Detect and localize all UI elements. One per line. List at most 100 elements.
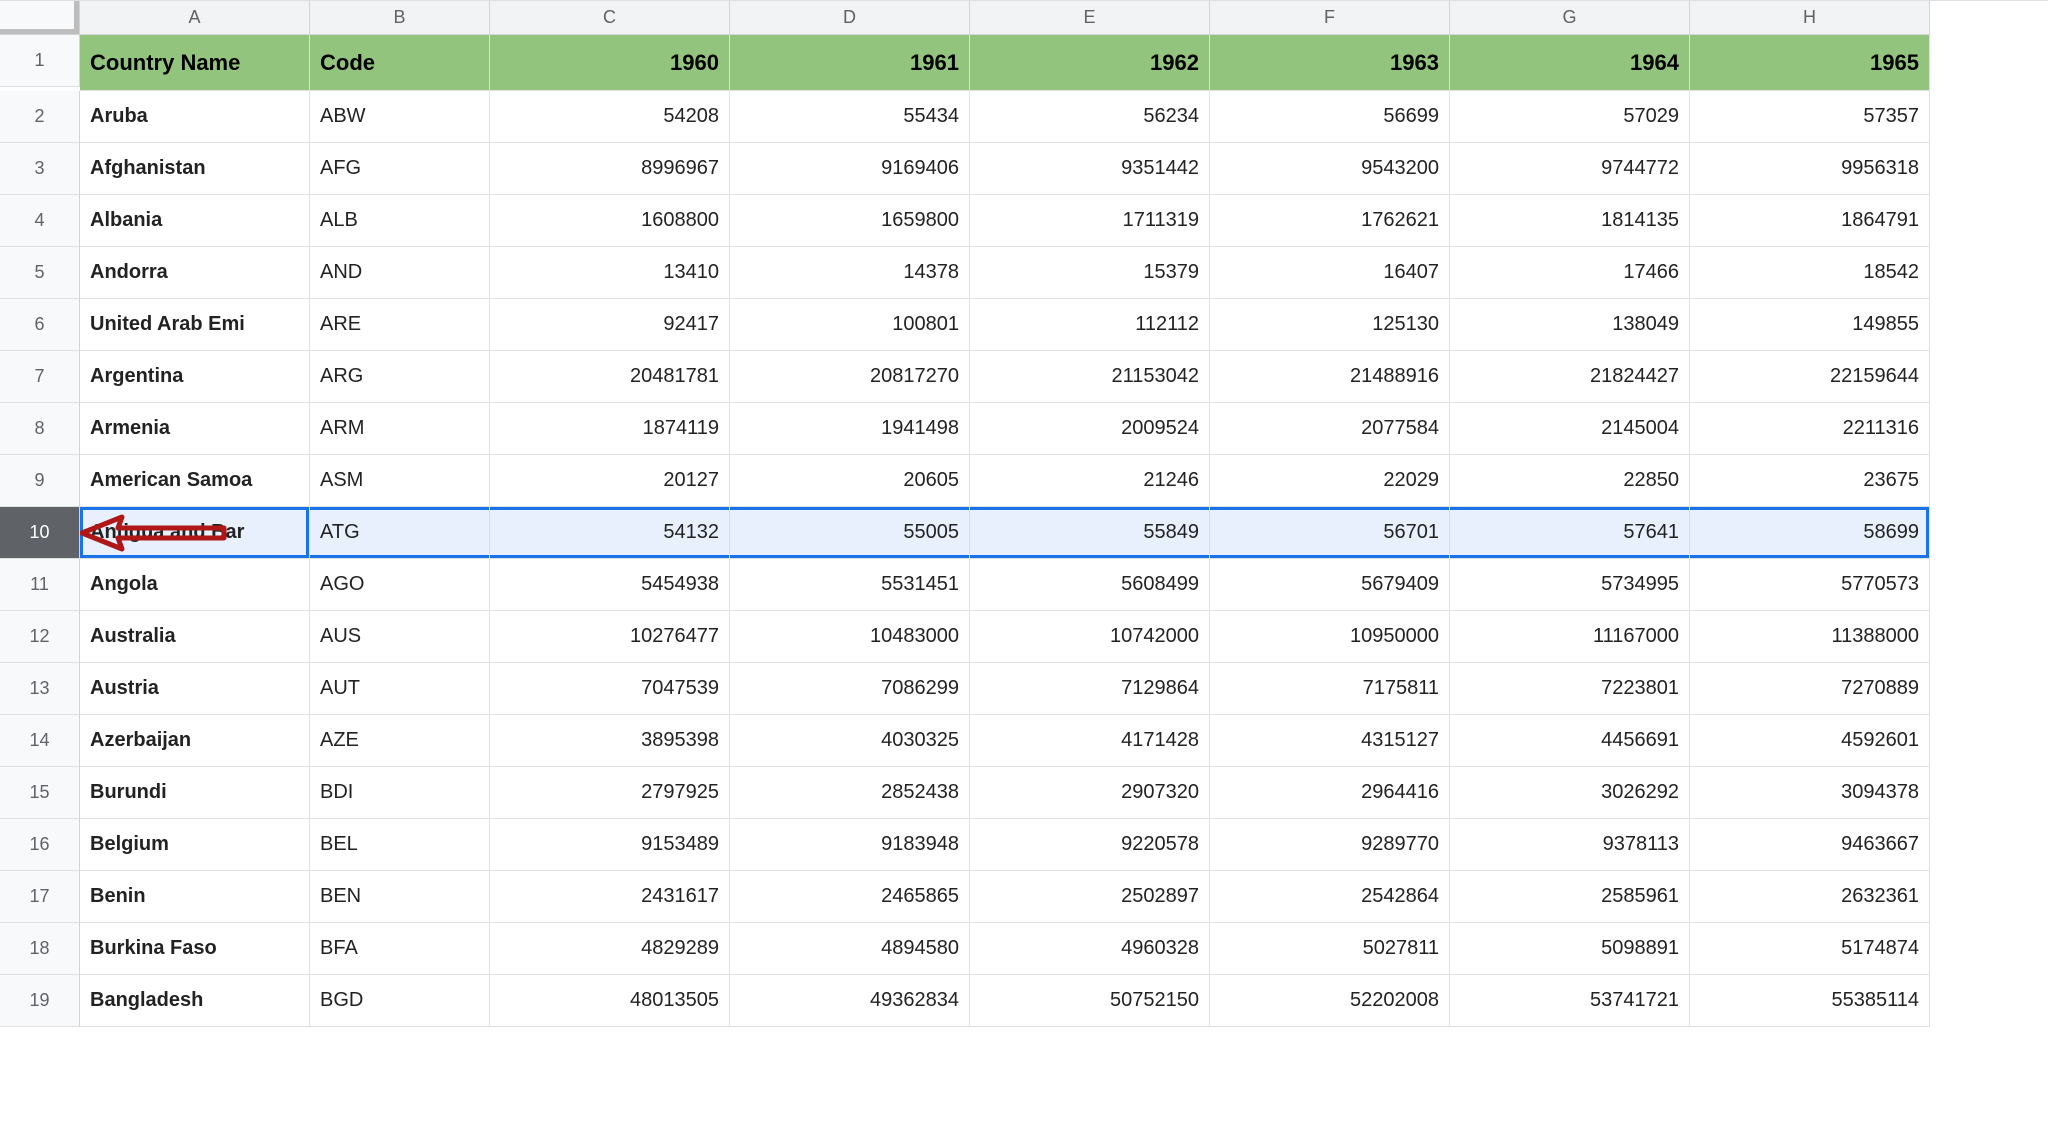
cell-country-code[interactable]: AFG — [310, 143, 490, 195]
cell-value[interactable]: 23675 — [1690, 455, 1930, 507]
cell-value[interactable]: 16407 — [1210, 247, 1450, 299]
cell-country-name[interactable]: Belgium — [80, 819, 310, 871]
cell-value[interactable]: 2077584 — [1210, 403, 1450, 455]
cell-value[interactable]: 2632361 — [1690, 871, 1930, 923]
cell-country-name[interactable]: Burundi — [80, 767, 310, 819]
cell-value[interactable]: 9744772 — [1450, 143, 1690, 195]
cell-value[interactable]: 17466 — [1450, 247, 1690, 299]
row-header-11[interactable]: 11 — [0, 559, 80, 611]
cell-value[interactable]: 9463667 — [1690, 819, 1930, 871]
cell-value[interactable]: 3026292 — [1450, 767, 1690, 819]
row-header-12[interactable]: 12 — [0, 611, 80, 663]
header-cell[interactable]: 1962 — [970, 35, 1210, 91]
cell-value[interactable]: 52202008 — [1210, 975, 1450, 1027]
cell-value[interactable]: 56701 — [1210, 507, 1450, 559]
cell-value[interactable]: 57641 — [1450, 507, 1690, 559]
cell-value[interactable]: 20481781 — [490, 351, 730, 403]
cell-value[interactable]: 5734995 — [1450, 559, 1690, 611]
cell-value[interactable]: 3094378 — [1690, 767, 1930, 819]
row-header-13[interactable]: 13 — [0, 663, 80, 715]
cell-value[interactable]: 9956318 — [1690, 143, 1930, 195]
cell-country-code[interactable]: ARG — [310, 351, 490, 403]
row-header-3[interactable]: 3 — [0, 143, 80, 195]
cell-value[interactable]: 149855 — [1690, 299, 1930, 351]
row-header-1[interactable]: 1 — [0, 35, 80, 87]
row-header-15[interactable]: 15 — [0, 767, 80, 819]
cell-value[interactable]: 57029 — [1450, 91, 1690, 143]
cell-value[interactable]: 1864791 — [1690, 195, 1930, 247]
cell-value[interactable]: 9289770 — [1210, 819, 1450, 871]
header-cell[interactable]: 1964 — [1450, 35, 1690, 91]
cell-value[interactable]: 11167000 — [1450, 611, 1690, 663]
row-header-17[interactable]: 17 — [0, 871, 80, 923]
cell-value[interactable]: 4592601 — [1690, 715, 1930, 767]
cell-value[interactable]: 5174874 — [1690, 923, 1930, 975]
cell-value[interactable]: 100801 — [730, 299, 970, 351]
cell-value[interactable]: 10742000 — [970, 611, 1210, 663]
cell-country-code[interactable]: ALB — [310, 195, 490, 247]
cell-country-code[interactable]: AZE — [310, 715, 490, 767]
cell-value[interactable]: 48013505 — [490, 975, 730, 1027]
cell-value[interactable]: 7129864 — [970, 663, 1210, 715]
cell-value[interactable]: 125130 — [1210, 299, 1450, 351]
cell-value[interactable]: 5098891 — [1450, 923, 1690, 975]
cell-value[interactable]: 2542864 — [1210, 871, 1450, 923]
cell-country-name[interactable]: Aruba — [80, 91, 310, 143]
cell-value[interactable]: 22850 — [1450, 455, 1690, 507]
cell-value[interactable]: 1711319 — [970, 195, 1210, 247]
header-cell[interactable]: 1965 — [1690, 35, 1930, 91]
cell-value[interactable]: 9351442 — [970, 143, 1210, 195]
row-header-10[interactable]: 10 — [0, 507, 80, 559]
cell-value[interactable]: 2431617 — [490, 871, 730, 923]
cell-value[interactable]: 9543200 — [1210, 143, 1450, 195]
cell-value[interactable]: 5770573 — [1690, 559, 1930, 611]
cell-value[interactable]: 21246 — [970, 455, 1210, 507]
cell-value[interactable]: 2964416 — [1210, 767, 1450, 819]
row-header-14[interactable]: 14 — [0, 715, 80, 767]
cell-value[interactable]: 9220578 — [970, 819, 1210, 871]
cell-value[interactable]: 5679409 — [1210, 559, 1450, 611]
cell-value[interactable]: 1762621 — [1210, 195, 1450, 247]
cell-country-name[interactable]: Antigua and Bar — [80, 507, 310, 559]
row-header-5[interactable]: 5 — [0, 247, 80, 299]
cell-country-code[interactable]: ARM — [310, 403, 490, 455]
cell-value[interactable]: 7047539 — [490, 663, 730, 715]
row-header-2[interactable]: 2 — [0, 91, 80, 143]
cell-value[interactable]: 2907320 — [970, 767, 1210, 819]
cell-value[interactable]: 4171428 — [970, 715, 1210, 767]
cell-country-name[interactable]: Burkina Faso — [80, 923, 310, 975]
cell-country-name[interactable]: Argentina — [80, 351, 310, 403]
header-cell[interactable]: 1960 — [490, 35, 730, 91]
cell-value[interactable]: 2502897 — [970, 871, 1210, 923]
cell-value[interactable]: 1941498 — [730, 403, 970, 455]
col-header-C[interactable]: C — [490, 1, 730, 35]
cell-value[interactable]: 21488916 — [1210, 351, 1450, 403]
cell-value[interactable]: 1608800 — [490, 195, 730, 247]
cell-value[interactable]: 8996967 — [490, 143, 730, 195]
cell-country-code[interactable]: BEL — [310, 819, 490, 871]
row-header-18[interactable]: 18 — [0, 923, 80, 975]
col-header-H[interactable]: H — [1690, 1, 1930, 35]
header-cell[interactable]: Code — [310, 35, 490, 91]
cell-value[interactable]: 55385114 — [1690, 975, 1930, 1027]
cell-country-name[interactable]: Austria — [80, 663, 310, 715]
cell-value[interactable]: 10276477 — [490, 611, 730, 663]
cell-value[interactable]: 58699 — [1690, 507, 1930, 559]
cell-country-name[interactable]: Bangladesh — [80, 975, 310, 1027]
cell-value[interactable]: 18542 — [1690, 247, 1930, 299]
cell-value[interactable]: 20127 — [490, 455, 730, 507]
col-header-F[interactable]: F — [1210, 1, 1450, 35]
cell-value[interactable]: 56699 — [1210, 91, 1450, 143]
cell-value[interactable]: 1874119 — [490, 403, 730, 455]
cell-value[interactable]: 10950000 — [1210, 611, 1450, 663]
cell-value[interactable]: 1814135 — [1450, 195, 1690, 247]
cell-value[interactable]: 2852438 — [730, 767, 970, 819]
cell-country-code[interactable]: AND — [310, 247, 490, 299]
select-all-corner[interactable] — [0, 1, 80, 35]
cell-value[interactable]: 13410 — [490, 247, 730, 299]
cell-value[interactable]: 4829289 — [490, 923, 730, 975]
row-header-6[interactable]: 6 — [0, 299, 80, 351]
cell-value[interactable]: 21153042 — [970, 351, 1210, 403]
cell-country-code[interactable]: ARE — [310, 299, 490, 351]
cell-value[interactable]: 5027811 — [1210, 923, 1450, 975]
